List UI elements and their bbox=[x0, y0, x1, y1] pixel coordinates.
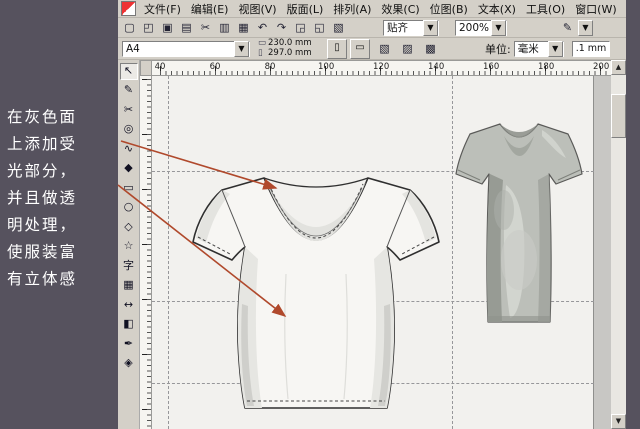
text-tool[interactable]: 字 bbox=[120, 258, 138, 275]
scroll-down-icon[interactable]: ▼ bbox=[611, 414, 626, 429]
ellipse-tool[interactable]: ○ bbox=[120, 199, 138, 216]
app-logo-icon bbox=[121, 1, 136, 16]
paste-icon[interactable]: ▦ bbox=[235, 19, 252, 36]
toolbox: ↖ ✎ ✂ ◎ ∿ ◆ ▭ ○ ◇ ☆ 字 ▦ ↔ ◧ ✒ ◈ bbox=[118, 60, 140, 429]
fill-tool[interactable]: ◈ bbox=[120, 355, 138, 372]
menu-item-arrange[interactable]: 排列(A) bbox=[328, 0, 376, 18]
pen-settings-icon[interactable]: ✎ bbox=[559, 19, 576, 36]
ruler-number: 80 bbox=[263, 62, 277, 72]
print-icon[interactable]: ▤ bbox=[178, 19, 195, 36]
interactive-blend-tool[interactable]: ◧ bbox=[120, 316, 138, 333]
ruler-number: 180 bbox=[538, 62, 552, 72]
snap-to-label: 贴齐 bbox=[384, 20, 423, 35]
scroll-up-icon[interactable]: ▲ bbox=[611, 60, 626, 75]
drawing-canvas[interactable] bbox=[152, 76, 611, 429]
snap-to-dropdown[interactable]: 贴齐 ▼ bbox=[383, 20, 439, 36]
chevron-down-icon[interactable]: ▼ bbox=[234, 41, 249, 57]
copy-icon[interactable]: ▥ bbox=[216, 19, 233, 36]
annotation-line: 并且做透 bbox=[7, 185, 125, 212]
outline-pen-tool[interactable]: ✒ bbox=[120, 336, 138, 353]
small-tshirt-drawing[interactable] bbox=[453, 110, 585, 338]
ruler-number: 60 bbox=[208, 62, 222, 72]
screenshot-root: 在灰色面 上添加受 光部分， 并且做透 明处理， 使服装富 有立体感 文件(F)… bbox=[0, 0, 640, 429]
export-icon[interactable]: ◱ bbox=[311, 19, 328, 36]
zoom-level-dropdown[interactable]: 200% ▼ bbox=[455, 20, 507, 36]
units-label: 单位: bbox=[485, 41, 511, 57]
ruler-corner bbox=[140, 60, 152, 76]
ruler-number: 160 bbox=[483, 62, 497, 72]
ruler-number: 40 bbox=[153, 62, 167, 72]
units-dropdown[interactable]: 毫米 ▼ bbox=[514, 41, 564, 57]
guideline-vertical[interactable] bbox=[168, 76, 169, 429]
pick-tool[interactable]: ↖ bbox=[120, 63, 138, 80]
menu-item-bitmaps[interactable]: 位图(B) bbox=[425, 0, 473, 18]
rectangle-tool[interactable]: ▭ bbox=[120, 180, 138, 197]
ruler-number: 200 bbox=[593, 62, 607, 72]
menu-item-help[interactable]: 帮助(H) bbox=[622, 0, 626, 18]
menu-item-view[interactable]: 视图(V) bbox=[233, 0, 281, 18]
basic-shapes-tool[interactable]: ☆ bbox=[120, 238, 138, 255]
left-annotation-panel: 在灰色面 上添加受 光部分， 并且做透 明处理， 使服装富 有立体感 bbox=[0, 104, 125, 293]
big-tshirt-drawing[interactable] bbox=[186, 154, 446, 426]
units-value: 毫米 bbox=[515, 41, 548, 56]
smart-fill-tool[interactable]: ◆ bbox=[120, 160, 138, 177]
coreldraw-window: 文件(F) 编辑(E) 视图(V) 版面(L) 排列(A) 效果(C) 位图(B… bbox=[118, 0, 626, 429]
horizontal-ruler: 40 60 80 100 120 140 160 180 200 bbox=[152, 60, 611, 76]
standard-toolbar: ▢ ◰ ▣ ▤ ✂ ▥ ▦ ↶ ↷ ◲ ◱ ▧ 贴齐 ▼ 200% ▼ ✎ ▼ bbox=[118, 18, 626, 38]
menu-item-layout[interactable]: 版面(L) bbox=[282, 0, 329, 18]
ruler-number: 140 bbox=[428, 62, 442, 72]
redo-icon[interactable]: ↷ bbox=[273, 19, 290, 36]
vertical-ruler bbox=[140, 76, 152, 429]
portrait-orientation-button[interactable]: ▯ bbox=[327, 39, 347, 59]
vertical-scrollbar[interactable]: ▲ ▼ bbox=[611, 60, 626, 429]
all-pages-icon[interactable]: ▧ bbox=[376, 40, 393, 57]
app-launcher-icon[interactable]: ▧ bbox=[330, 19, 347, 36]
annotation-line: 在灰色面 bbox=[7, 104, 125, 131]
menu-item-text[interactable]: 文本(X) bbox=[473, 0, 521, 18]
chevron-down-icon[interactable]: ▼ bbox=[548, 41, 563, 57]
menu-item-effects[interactable]: 效果(C) bbox=[376, 0, 424, 18]
new-document-icon[interactable]: ▢ bbox=[121, 19, 138, 36]
menu-bar: 文件(F) 编辑(E) 视图(V) 版面(L) 排列(A) 效果(C) 位图(B… bbox=[118, 0, 626, 18]
paper-height-icon: ▯ bbox=[258, 49, 268, 59]
property-bar: A4 ▼ ▭230.0 mm ▯297.0 mm ▯ ▭ ▧ ▨ ▩ 单位: 毫… bbox=[118, 38, 626, 60]
scrollbar-thumb[interactable] bbox=[611, 94, 626, 138]
paper-width-value[interactable]: 230.0 mm bbox=[268, 38, 312, 48]
chevron-down-icon[interactable]: ▼ bbox=[578, 20, 593, 36]
open-folder-icon[interactable]: ◰ bbox=[140, 19, 157, 36]
annotation-line: 上添加受 bbox=[7, 131, 125, 158]
crop-tool[interactable]: ✂ bbox=[120, 102, 138, 119]
table-tool[interactable]: ▦ bbox=[120, 277, 138, 294]
landscape-orientation-button[interactable]: ▭ bbox=[350, 39, 370, 59]
freehand-tool[interactable]: ∿ bbox=[120, 141, 138, 158]
menu-item-edit[interactable]: 编辑(E) bbox=[186, 0, 234, 18]
annotation-line: 明处理， bbox=[7, 212, 125, 239]
paper-size-value: A4 bbox=[123, 43, 234, 55]
annotation-line: 使服装富 bbox=[7, 239, 125, 266]
grid-setup-icon[interactable]: ▩ bbox=[422, 40, 439, 57]
current-page-icon[interactable]: ▨ bbox=[399, 40, 416, 57]
import-icon[interactable]: ◲ bbox=[292, 19, 309, 36]
zoom-level-value: 200% bbox=[456, 22, 491, 34]
menu-item-window[interactable]: 窗口(W) bbox=[570, 0, 621, 18]
chevron-down-icon[interactable]: ▼ bbox=[423, 20, 438, 36]
shape-tool[interactable]: ✎ bbox=[120, 82, 138, 99]
ruler-number: 120 bbox=[373, 62, 387, 72]
cut-icon[interactable]: ✂ bbox=[197, 19, 214, 36]
save-icon[interactable]: ▣ bbox=[159, 19, 176, 36]
annotation-line: 光部分， bbox=[7, 158, 125, 185]
zoom-tool[interactable]: ◎ bbox=[120, 121, 138, 138]
nudge-distance-field[interactable]: .1 mm bbox=[572, 41, 611, 57]
annotation-line: 有立体感 bbox=[7, 266, 125, 293]
ruler-number: 100 bbox=[318, 62, 332, 72]
paper-dimensions: ▭230.0 mm ▯297.0 mm bbox=[258, 39, 324, 58]
paper-height-value[interactable]: 297.0 mm bbox=[268, 48, 312, 58]
paper-size-dropdown[interactable]: A4 ▼ bbox=[122, 41, 250, 57]
chevron-down-icon[interactable]: ▼ bbox=[491, 20, 506, 36]
menu-item-file[interactable]: 文件(F) bbox=[139, 0, 186, 18]
menu-item-tools[interactable]: 工具(O) bbox=[521, 0, 570, 18]
undo-icon[interactable]: ↶ bbox=[254, 19, 271, 36]
polygon-tool[interactable]: ◇ bbox=[120, 219, 138, 236]
dimension-tool[interactable]: ↔ bbox=[120, 297, 138, 314]
